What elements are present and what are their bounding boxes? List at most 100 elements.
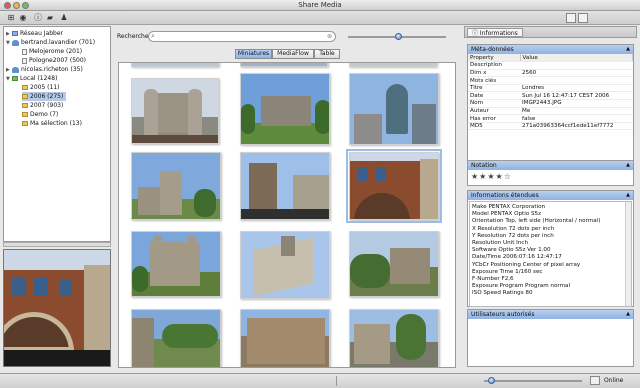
album-icon: [22, 57, 27, 64]
tab-mediaflow[interactable]: MediaFlow: [272, 49, 314, 59]
photo-thumbnail[interactable]: [240, 152, 330, 220]
star-icon[interactable]: ★: [479, 172, 486, 181]
star-icon[interactable]: ★: [496, 172, 503, 181]
tree-scrollbar[interactable]: [3, 242, 111, 247]
collapse-icon[interactable]: ▲: [626, 45, 630, 54]
table-row[interactable]: Has error false: [468, 114, 633, 123]
table-row[interactable]: Titre Londres: [468, 84, 633, 93]
tree-item[interactable]: ▼ bertrand.lavandier (701): [6, 38, 95, 47]
table-row[interactable]: Mots clés: [468, 76, 633, 85]
table-row[interactable]: Description: [468, 61, 633, 70]
photo-thumbnail[interactable]: [131, 231, 221, 297]
search-icon: ⌕: [151, 32, 155, 40]
person-icon: [12, 66, 19, 73]
search-label: Recherche: [117, 33, 149, 40]
tree-item[interactable]: Demo (7): [22, 110, 58, 119]
camera-icon[interactable]: ▰: [45, 13, 55, 23]
tree-item[interactable]: ▼ Local (1248): [6, 74, 57, 83]
folder-icon: [22, 112, 28, 117]
info-icon: ⓘ: [472, 30, 480, 37]
metadata-section: Méta-données ▲ Property Value Description …: [467, 44, 634, 166]
star-icon[interactable]: ☆: [504, 172, 511, 181]
search-input[interactable]: ⌕ ⊗: [148, 31, 336, 42]
album-icon: [22, 48, 27, 55]
thumbnail-size-knob[interactable]: [395, 33, 402, 40]
folder-icon: [22, 103, 28, 108]
presence-status[interactable]: Online: [604, 377, 623, 384]
authorized-users-section: Utilisateurs autorisés ▲: [467, 309, 634, 367]
zoom-slider[interactable]: [484, 380, 582, 382]
star-icon[interactable]: ★: [487, 172, 494, 181]
tree-item[interactable]: ▶ Réseau Jabber: [6, 29, 63, 38]
photo-thumbnail[interactable]: [240, 63, 328, 67]
rating-header[interactable]: Notation ▲: [468, 161, 633, 170]
photo-thumbnail[interactable]: [349, 73, 439, 145]
library-tree: ▶ Réseau Jabber ▼ bertrand.lavandier (701)…: [3, 26, 111, 242]
panel-layout-icon[interactable]: [578, 13, 588, 23]
tree-item-selected[interactable]: 2006 (275): [22, 92, 67, 101]
metadata-table: Property Value Description Dim x 2560 Mots…: [468, 54, 633, 131]
table-row[interactable]: Auteur Me: [468, 107, 633, 116]
tree-item[interactable]: Pologne2007 (500): [22, 56, 86, 65]
window-layout-icon[interactable]: [566, 13, 576, 23]
tab-miniatures[interactable]: Miniatures: [235, 49, 272, 59]
exif-text-area[interactable]: Make PENTAX Corporation Model PENTAX Opt…: [469, 201, 632, 307]
photo-thumbnail[interactable]: [349, 63, 437, 67]
authorized-users-header[interactable]: Utilisateurs autorisés ▲: [468, 310, 633, 319]
status-bar: Online: [0, 373, 640, 388]
app-window: Share Media ⊞ ◉ ⓘ ▰ ♟ ▶ Réseau Jabber ▼ be…: [0, 0, 640, 388]
photo-thumbnail[interactable]: [131, 78, 219, 144]
table-row[interactable]: Dim x 2560: [468, 69, 633, 78]
title-bar: Share Media: [0, 0, 640, 11]
clear-search-icon[interactable]: ⊗: [327, 32, 332, 41]
photo-thumbnail[interactable]: [131, 63, 219, 67]
status-divider: [336, 376, 337, 386]
photo-thumbnail[interactable]: [349, 309, 439, 367]
thumbnail-grid: [118, 62, 456, 368]
browser-area: Recherche ⌕ ⊗ Miniatures MediaFlow Table: [114, 26, 461, 371]
main-toolbar: ⊞ ◉ ⓘ ▰ ♟: [0, 11, 640, 25]
table-row[interactable]: Date Sun Jul 16 12:47:17 CEST 2006: [468, 91, 633, 101]
star-icon[interactable]: ★: [471, 172, 478, 181]
tree-item[interactable]: 2007 (903): [22, 101, 63, 110]
add-icon[interactable]: ⊞: [6, 13, 16, 23]
photo-thumbnail[interactable]: [131, 152, 221, 220]
metadata-header[interactable]: Méta-données ▲: [468, 45, 633, 54]
info-panel: ⓘ Informations Méta-données ▲ Property Val…: [464, 26, 637, 371]
person-icon: [12, 39, 19, 46]
extended-info-header[interactable]: Informations étendues ▲: [468, 191, 633, 200]
tab-table[interactable]: Table: [314, 49, 340, 59]
tree-item[interactable]: ▶ nicolas.richeton (35): [6, 65, 83, 74]
tree-item[interactable]: Melojerome (201): [22, 47, 82, 56]
star-rating[interactable]: ★★★★☆: [468, 170, 633, 183]
info-icon[interactable]: ⓘ: [33, 13, 43, 23]
tree-item[interactable]: 2005 (11): [22, 83, 60, 92]
table-header-row: Property Value: [468, 54, 633, 63]
photo-thumbnail-selected[interactable]: [346, 149, 442, 223]
photo-thumbnail[interactable]: [240, 231, 330, 299]
user-icon[interactable]: ♟: [59, 13, 69, 23]
collapse-icon[interactable]: ▲: [626, 161, 630, 170]
collapse-icon[interactable]: ▲: [626, 191, 630, 200]
folder-icon: [22, 94, 28, 99]
network-icon: [12, 31, 18, 36]
photo-thumbnail[interactable]: [240, 309, 330, 367]
zoom-knob[interactable]: [488, 377, 495, 384]
window-title: Share Media: [298, 1, 342, 9]
folder-icon: [22, 121, 28, 126]
photo-thumbnail[interactable]: [349, 231, 439, 297]
photo-preview: [3, 249, 111, 367]
photo-thumbnail[interactable]: [131, 309, 221, 367]
globe-icon[interactable]: ◉: [18, 13, 28, 23]
extended-info-section: Informations étendues ▲ Make PENTAX Corpo…: [467, 190, 634, 307]
collapse-icon[interactable]: ▲: [626, 310, 630, 319]
tab-informations[interactable]: ⓘ Informations: [467, 28, 523, 37]
presence-icon[interactable]: [590, 376, 600, 385]
folder-icon: [22, 85, 28, 90]
tree-item[interactable]: Ma sélection (13): [22, 119, 82, 128]
table-row[interactable]: Nom IMGP2443.JPG: [468, 99, 633, 108]
table-row[interactable]: MD5 271a03963364ccf1ede11ef7772: [468, 122, 633, 131]
exif-scrollbar[interactable]: [625, 202, 631, 306]
photo-thumbnail[interactable]: [240, 73, 330, 145]
local-library-icon: [12, 76, 18, 81]
